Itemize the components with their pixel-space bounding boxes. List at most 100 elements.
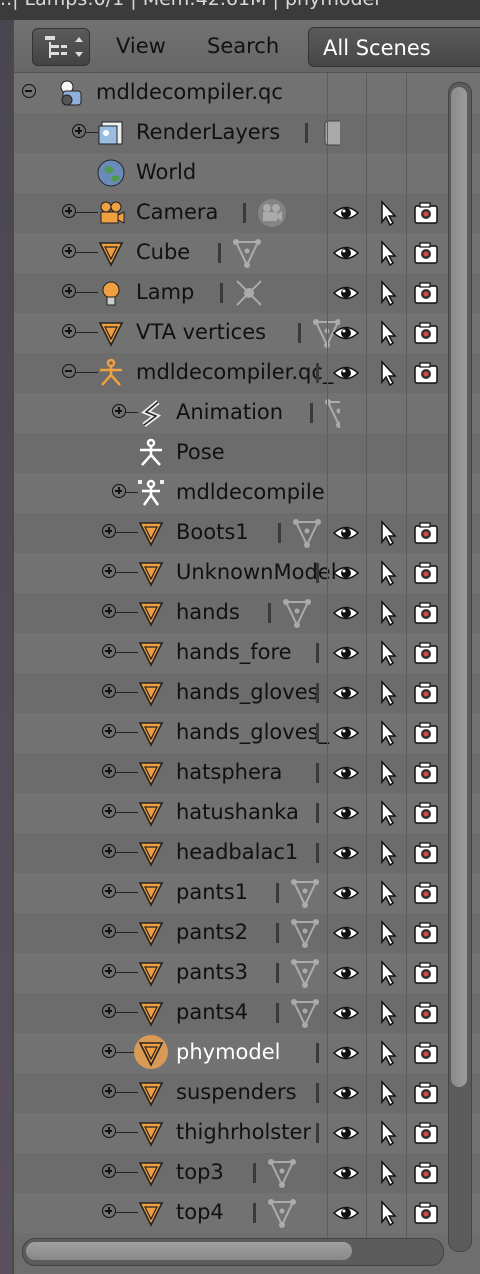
- row-label[interactable]: Cube: [136, 240, 190, 264]
- renderability-camera-icon[interactable]: [413, 360, 439, 386]
- selectability-cursor-icon[interactable]: [375, 360, 401, 387]
- tree-row[interactable]: pants3: [14, 953, 480, 993]
- tree-row[interactable]: pants4: [14, 993, 480, 1033]
- visibility-eye-icon[interactable]: [332, 280, 360, 306]
- visibility-eye-icon[interactable]: [332, 560, 360, 586]
- visibility-eye-icon[interactable]: [332, 760, 360, 786]
- renderability-camera-icon[interactable]: [413, 920, 439, 946]
- camera-data-icon[interactable]: [257, 198, 287, 228]
- tree-row[interactable]: hands_gloves_: [14, 713, 480, 753]
- tree-row[interactable]: RenderLayers: [14, 113, 480, 153]
- tree-row[interactable]: hands_fore: [14, 633, 480, 673]
- visibility-eye-icon[interactable]: [332, 1120, 360, 1146]
- selectability-cursor-icon[interactable]: [375, 1200, 401, 1227]
- row-label[interactable]: hands: [176, 600, 240, 624]
- selectability-cursor-icon[interactable]: [375, 640, 401, 667]
- visibility-eye-icon[interactable]: [332, 880, 360, 906]
- row-label[interactable]: RenderLayers: [136, 120, 280, 144]
- vertical-scrollbar[interactable]: [448, 82, 472, 1252]
- collapse-icon[interactable]: [62, 364, 76, 378]
- selectability-cursor-icon[interactable]: [375, 1040, 401, 1067]
- renderability-camera-icon[interactable]: [413, 1000, 439, 1026]
- expand-icon[interactable]: [62, 244, 76, 258]
- expand-icon[interactable]: [102, 884, 116, 898]
- renderability-camera-icon[interactable]: [413, 1080, 439, 1106]
- selectability-cursor-icon[interactable]: [375, 1160, 401, 1187]
- row-label[interactable]: Camera: [136, 200, 218, 224]
- renderability-camera-icon[interactable]: [413, 320, 439, 346]
- expand-icon[interactable]: [102, 1124, 116, 1138]
- expand-icon[interactable]: [112, 404, 126, 418]
- expand-icon[interactable]: [102, 604, 116, 618]
- tree-row[interactable]: hands_gloves: [14, 673, 480, 713]
- selectability-cursor-icon[interactable]: [375, 1120, 401, 1147]
- tree-row[interactable]: Camera: [14, 193, 480, 233]
- selectability-cursor-icon[interactable]: [375, 1080, 401, 1107]
- visibility-eye-icon[interactable]: [332, 1040, 360, 1066]
- renderability-camera-icon[interactable]: [413, 680, 439, 706]
- renderability-camera-icon[interactable]: [413, 720, 439, 746]
- expand-icon[interactable]: [102, 1084, 116, 1098]
- view-menu[interactable]: View: [116, 34, 166, 58]
- visibility-eye-icon[interactable]: [332, 840, 360, 866]
- expand-icon[interactable]: [102, 524, 116, 538]
- mesh-data-icon[interactable]: [292, 518, 322, 548]
- renderability-camera-icon[interactable]: [413, 800, 439, 826]
- mesh-data-icon[interactable]: [282, 598, 312, 628]
- renderability-camera-icon[interactable]: [413, 1160, 439, 1186]
- row-label[interactable]: hands_gloves: [176, 680, 319, 704]
- expand-icon[interactable]: [102, 844, 116, 858]
- renderability-camera-icon[interactable]: [413, 760, 439, 786]
- layers-data-icon[interactable]: [319, 118, 340, 148]
- selectability-cursor-icon[interactable]: [375, 520, 401, 547]
- renderability-camera-icon[interactable]: [413, 280, 439, 306]
- horizontal-scrollbar[interactable]: [22, 1238, 444, 1266]
- expand-icon[interactable]: [102, 1164, 116, 1178]
- visibility-eye-icon[interactable]: [332, 600, 360, 626]
- renderability-camera-icon[interactable]: [413, 1120, 439, 1146]
- visibility-eye-icon[interactable]: [332, 1000, 360, 1026]
- tree-row[interactable]: pants1: [14, 873, 480, 913]
- row-label[interactable]: headbalac1: [176, 840, 298, 864]
- visibility-eye-icon[interactable]: [332, 520, 360, 546]
- selectability-cursor-icon[interactable]: [375, 760, 401, 787]
- renderability-camera-icon[interactable]: [413, 520, 439, 546]
- tree-row[interactable]: Pose: [14, 433, 480, 473]
- horizontal-scroll-thumb[interactable]: [26, 1242, 352, 1260]
- row-label[interactable]: World: [136, 160, 196, 184]
- expand-icon[interactable]: [62, 324, 76, 338]
- row-label[interactable]: pants4: [176, 1000, 248, 1024]
- visibility-eye-icon[interactable]: [332, 1160, 360, 1186]
- expand-icon[interactable]: [62, 204, 76, 218]
- renderability-camera-icon[interactable]: [413, 1040, 439, 1066]
- selectability-cursor-icon[interactable]: [375, 960, 401, 987]
- expand-icon[interactable]: [102, 764, 116, 778]
- visibility-eye-icon[interactable]: [332, 800, 360, 826]
- search-menu[interactable]: Search: [207, 34, 279, 58]
- row-label[interactable]: top3: [176, 1160, 224, 1184]
- row-label[interactable]: hatushanka: [176, 800, 299, 824]
- mesh-data-icon[interactable]: [290, 958, 320, 988]
- collapse-icon[interactable]: [22, 84, 36, 98]
- expand-icon[interactable]: [102, 924, 116, 938]
- tree-row[interactable]: headbalac1: [14, 833, 480, 873]
- row-label[interactable]: mdldecompiler.qc_: [136, 360, 333, 384]
- tree-row[interactable]: pants2: [14, 913, 480, 953]
- mesh-data-icon[interactable]: [267, 1198, 297, 1228]
- visibility-eye-icon[interactable]: [332, 200, 360, 226]
- tree-row[interactable]: Cube: [14, 233, 480, 273]
- row-label[interactable]: mdldecompiler.qc: [96, 80, 283, 104]
- renderability-camera-icon[interactable]: [413, 840, 439, 866]
- expand-icon[interactable]: [102, 644, 116, 658]
- visibility-eye-icon[interactable]: [332, 960, 360, 986]
- selectability-cursor-icon[interactable]: [375, 880, 401, 907]
- expand-icon[interactable]: [102, 564, 116, 578]
- row-label[interactable]: pants2: [176, 920, 248, 944]
- tree-row[interactable]: VTA vertices: [14, 313, 480, 353]
- renderability-camera-icon[interactable]: [413, 600, 439, 626]
- renderability-camera-icon[interactable]: [413, 1200, 439, 1226]
- selectability-cursor-icon[interactable]: [375, 240, 401, 267]
- expand-icon[interactable]: [102, 804, 116, 818]
- row-label[interactable]: pants1: [176, 880, 248, 904]
- tree-row[interactable]: suspenders: [14, 1073, 480, 1113]
